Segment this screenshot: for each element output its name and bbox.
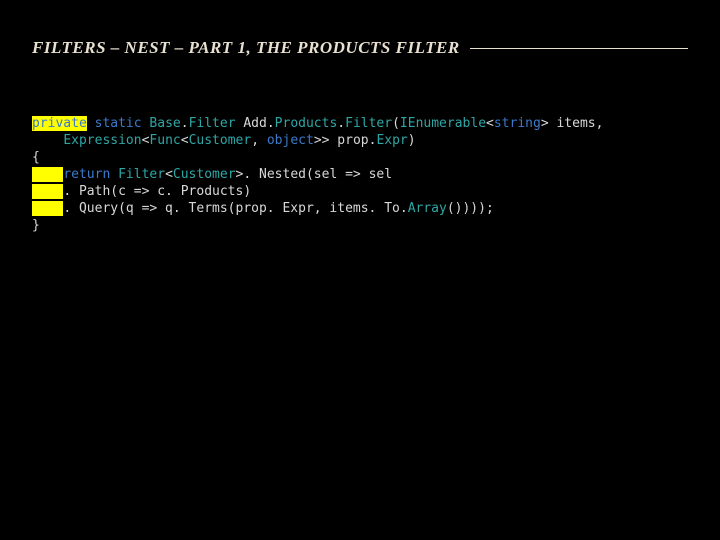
code-block: private static Base.Filter Add.Products.… xyxy=(32,115,688,234)
type: Func xyxy=(149,133,180,148)
code-line-3: { xyxy=(32,149,688,166)
code-line-5: . Path(c => c. Products) xyxy=(32,183,688,200)
type: Filter xyxy=(118,167,165,182)
type: Filter xyxy=(189,116,236,131)
type: Customer xyxy=(173,167,236,182)
type: Base xyxy=(149,116,180,131)
title-divider xyxy=(470,48,688,49)
type: IEnumerable xyxy=(400,116,486,131)
type: Array xyxy=(408,201,447,216)
hl-keyword: private xyxy=(32,116,87,131)
title-row: FILTERS – NEST – PART 1, THE PRODUCTS FI… xyxy=(32,38,688,58)
type: Expr xyxy=(376,133,407,148)
code-line-4: return Filter<Customer>. Nested(sel => s… xyxy=(32,166,688,183)
code-line-6: . Query(q => q. Terms(prop. Expr, items.… xyxy=(32,200,688,217)
keyword: return xyxy=(63,167,110,182)
type: Customer xyxy=(189,133,252,148)
hl-pad xyxy=(32,184,63,199)
slide: FILTERS – NEST – PART 1, THE PRODUCTS FI… xyxy=(0,0,720,540)
hl-pad xyxy=(32,201,63,216)
slide-title: FILTERS – NEST – PART 1, THE PRODUCTS FI… xyxy=(32,38,470,58)
type: Products xyxy=(275,116,338,131)
code-line-1: private static Base.Filter Add.Products.… xyxy=(32,115,688,132)
type: Filter xyxy=(345,116,392,131)
keyword: static xyxy=(95,116,142,131)
hl-pad xyxy=(32,167,63,182)
code-line-2: Expression<Func<Customer, object>> prop.… xyxy=(32,132,688,149)
code-line-7: } xyxy=(32,217,688,234)
keyword: string xyxy=(494,116,541,131)
type: Expression xyxy=(63,133,141,148)
keyword: object xyxy=(267,133,314,148)
